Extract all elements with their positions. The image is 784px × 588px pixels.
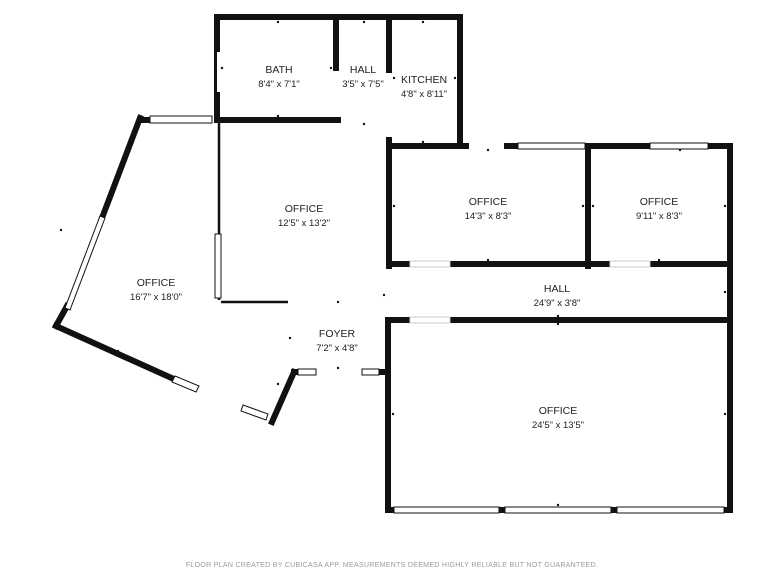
room-dimensions: 24'5" x 13'5" [532,420,584,431]
room-name: OFFICE [137,277,176,289]
floor-plan: BATH 8'4" x 7'1" HALL 3'5" x 7'5" KITCHE… [51,14,733,514]
room-dimensions: 12'5" x 13'2" [278,218,330,229]
room-kitchen: KITCHEN 4'8" x 8'11" [401,74,447,100]
partitions [217,120,288,304]
room-name: OFFICE [469,196,508,208]
room-bath: BATH 8'4" x 7'1" [258,64,300,90]
room-dimensions: 16'7" x 18'0" [130,292,182,303]
room-foyer: FOYER 7'2" x 4'8" [316,328,358,354]
room-office-center: OFFICE 12'5" x 13'2" [278,203,330,229]
room-hall-top: HALL 3'5" x 7'5" [342,64,384,90]
room-dimensions: 4'8" x 8'11" [401,89,447,100]
room-office-mid: OFFICE 14'3" x 8'3" [465,196,512,222]
room-dimensions: 14'3" x 8'3" [465,211,512,222]
room-dimensions: 8'4" x 7'1" [258,79,300,90]
room-office-large: OFFICE 24'5" x 13'5" [532,405,584,431]
room-name: HALL [350,64,376,76]
room-dimensions: 7'2" x 4'8" [316,343,358,354]
room-name: OFFICE [285,203,324,215]
room-dimensions: 24'9" x 3'8" [534,298,581,309]
room-dimensions: 9'11" x 8'3" [636,211,682,222]
room-name: FOYER [319,328,356,340]
footer-disclaimer: FLOOR PLAN CREATED BY CUBICASA APP. MEAS… [185,562,599,569]
room-office-right: OFFICE 9'11" x 8'3" [636,196,682,222]
room-name: OFFICE [539,405,578,417]
room-dimensions: 3'5" x 7'5" [342,79,384,90]
room-name: HALL [544,283,570,295]
room-name: KITCHEN [401,74,447,86]
room-hall-main: HALL 24'9" x 3'8" [534,283,581,309]
room-office-left: OFFICE 16'7" x 18'0" [130,277,182,303]
room-name: BATH [265,64,292,76]
room-name: OFFICE [640,196,679,208]
